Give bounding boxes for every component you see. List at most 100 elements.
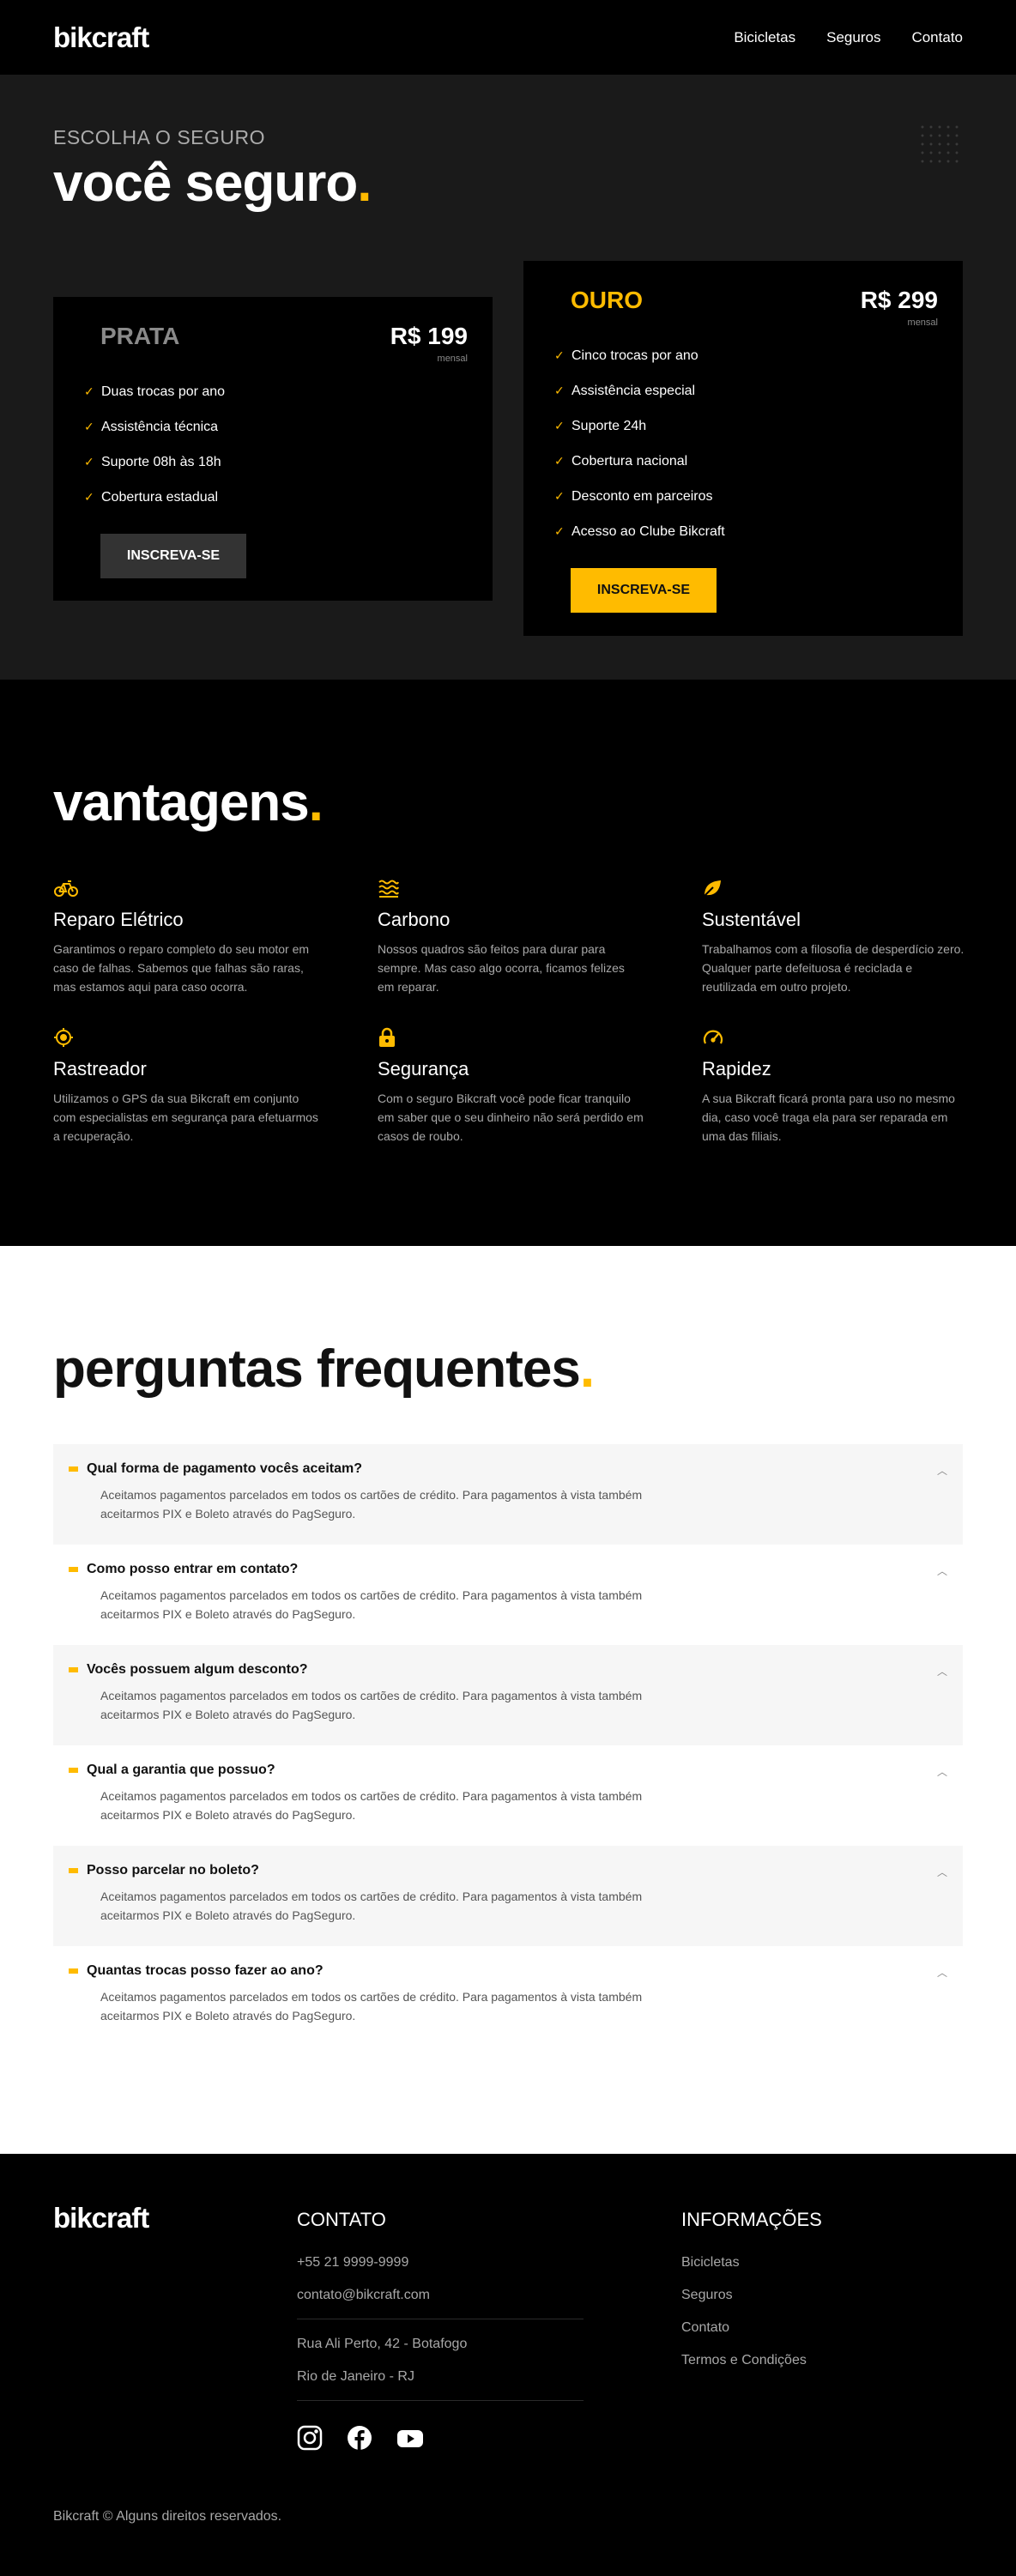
plan-card-prata: PRATA R$ 199 mensal ✓ Duas trocas por ano… (53, 297, 493, 602)
waves-icon (378, 880, 399, 898)
feature-label: Suporte 24h (572, 418, 647, 433)
footer-link-contato[interactable]: Contato (681, 2320, 822, 2336)
faq-question[interactable]: Quantas trocas posso fazer ao ano? (69, 1963, 947, 1979)
feature-item: ✓ Duas trocas por ano (84, 374, 493, 409)
feature-label: Desconto em parceiros (572, 488, 713, 504)
social-links (297, 2425, 584, 2451)
faq-question[interactable]: Como posso entrar em contato? (69, 1562, 947, 1577)
faq-title: perguntas frequentes. (53, 1339, 963, 1400)
chevron-up-icon[interactable]: ︿ (937, 1563, 947, 1578)
faq-question[interactable]: Posso parcelar no boleto? (69, 1863, 947, 1878)
feature-item: ✓ Cinco trocas por ano (554, 338, 963, 373)
advantage-item: Segurança Com o seguro Bikcraft você pod… (378, 1027, 702, 1146)
advantage-text: Nossos quadros são feitos para durar par… (378, 942, 625, 994)
check-icon: ✓ (84, 490, 94, 505)
faq-item: Qual forma de pagamento vocês aceitam? ︿… (53, 1444, 963, 1545)
advantage-title: Rapidez (702, 1058, 771, 1079)
title-dot: . (308, 773, 324, 832)
instagram-icon[interactable] (297, 2425, 323, 2451)
chevron-up-icon[interactable]: ︿ (937, 1965, 947, 1980)
advantages-title: vantagens. (53, 772, 963, 833)
chevron-up-icon[interactable]: ︿ (937, 1865, 947, 1879)
chevron-up-icon[interactable]: ︿ (937, 1463, 947, 1478)
footer-email[interactable]: contato@bikcraft.com (297, 2288, 584, 2303)
feature-label: Cobertura nacional (572, 453, 688, 469)
faq-title-text: perguntas frequentes (53, 1339, 581, 1399)
faq-answer: Aceitamos pagamentos parcelados em todos… (100, 1890, 643, 1922)
feature-label: Cinco trocas por ano (572, 348, 698, 363)
title-dot: . (357, 154, 372, 213)
advantage-text: Com o seguro Bikcraft você pode ficar tr… (378, 1091, 644, 1143)
nav-link-seguros[interactable]: Seguros (826, 29, 880, 46)
footer-link-termos[interactable]: Termos e Condições (681, 2353, 822, 2368)
feature-list: ✓ Duas trocas por ano ✓ Assistência técnic… (84, 374, 493, 515)
faq-question-text: Como posso entrar em contato? (87, 1562, 299, 1576)
chevron-up-icon[interactable]: ︿ (937, 1664, 947, 1678)
feature-item: ✓ Assistência técnica (84, 409, 493, 444)
price-period: mensal (907, 317, 938, 329)
plan-price: R$ 299 mensal (861, 287, 938, 328)
footer-address-line1: Rua Ali Perto, 42 - Botafogo (297, 2337, 468, 2351)
subscribe-ouro-button[interactable]: INSCREVA-SE (571, 568, 717, 614)
bullet-bar-icon (69, 1667, 78, 1672)
faq-question[interactable]: Qual forma de pagamento vocês aceitam? (69, 1461, 947, 1477)
plan-price: R$ 199 mensal (390, 323, 468, 364)
advantage-text: A sua Bikcraft ficará pronta para uso no… (702, 1091, 955, 1143)
advantages-grid: Reparo Elétrico Garantimos o reparo comp… (53, 878, 964, 1146)
faq-section: perguntas frequentes. Qual forma de paga… (0, 1246, 1016, 2154)
title-dot: . (579, 1339, 595, 1399)
advantage-item: Reparo Elétrico Garantimos o reparo comp… (53, 878, 378, 996)
footer-logo[interactable]: bikcraft (53, 2202, 297, 2234)
logo[interactable]: bikcraft (53, 21, 149, 54)
faq-item: Qual a garantia que possuo? ︿ Aceitamos … (53, 1745, 963, 1846)
footer-info-title: INFORMAÇÕES (681, 2209, 822, 2230)
check-icon: ✓ (554, 419, 565, 433)
feature-item: ✓ Suporte 08h às 18h (84, 444, 493, 480)
faq-question-text: Qual forma de pagamento vocês aceitam? (87, 1461, 362, 1476)
check-icon: ✓ (554, 489, 565, 504)
price-amount: R$ 199 (390, 323, 468, 350)
footer-link-bicicletas[interactable]: Bicicletas (681, 2255, 822, 2271)
faq-list: Qual forma de pagamento vocês aceitam? ︿… (53, 1444, 963, 2047)
page-title-text: você seguro (53, 154, 358, 213)
footer-phone[interactable]: +55 21 9999-9999 (297, 2255, 584, 2271)
section-eyebrow: ESCOLHA O SEGURO (53, 126, 266, 148)
page-title: você seguro. (53, 154, 963, 213)
price-period: mensal (437, 354, 468, 365)
faq-answer: Aceitamos pagamentos parcelados em todos… (100, 1789, 643, 1822)
feature-label: Duas trocas por ano (101, 384, 226, 399)
faq-question[interactable]: Qual a garantia que possuo? (69, 1763, 947, 1778)
advantage-title: Reparo Elétrico (53, 909, 184, 930)
faq-item: Como posso entrar em contato? ︿ Aceitamo… (53, 1545, 963, 1645)
check-icon: ✓ (554, 454, 565, 469)
nav-link-contato[interactable]: Contato (911, 29, 963, 46)
main-nav: Bicicletas Seguros Contato (734, 29, 963, 46)
bullet-bar-icon (69, 1768, 78, 1773)
advantage-item: Rastreador Utilizamos o GPS da sua Bikcr… (53, 1027, 378, 1146)
bike-icon (54, 880, 78, 897)
nav-link-bicicletas[interactable]: Bicicletas (734, 29, 795, 46)
bullet-bar-icon (69, 1968, 78, 1974)
advantage-title: Rastreador (53, 1058, 147, 1079)
feature-label: Assistência especial (572, 383, 696, 398)
chevron-up-icon[interactable]: ︿ (937, 1764, 947, 1779)
insurance-section: ESCOLHA O SEGURO você seguro. PRATA R$ 1… (0, 75, 1016, 680)
dots-pattern (918, 123, 963, 167)
check-icon: ✓ (554, 384, 565, 398)
leaf-icon (704, 880, 721, 897)
feature-item: ✓ Assistência especial (554, 373, 963, 408)
advantage-title: Segurança (378, 1058, 469, 1079)
feature-item: ✓ Acesso ao Clube Bikcraft (554, 514, 963, 549)
feature-label: Suporte 08h às 18h (101, 454, 221, 469)
feature-label: Assistência técnica (101, 419, 219, 434)
speedometer-icon (703, 1030, 723, 1044)
subscribe-prata-button[interactable]: INSCREVA-SE (100, 534, 246, 579)
facebook-icon[interactable] (347, 2425, 372, 2451)
advantages-title-text: vantagens (53, 773, 310, 832)
faq-question-text: Posso parcelar no boleto? (87, 1863, 259, 1878)
check-icon: ✓ (84, 455, 94, 469)
advantage-text: Utilizamos o GPS da sua Bikcraft em conj… (53, 1091, 318, 1143)
footer-link-seguros[interactable]: Seguros (681, 2288, 822, 2303)
youtube-icon[interactable] (396, 2425, 424, 2451)
faq-question[interactable]: Vocês possuem algum desconto? (69, 1662, 947, 1678)
